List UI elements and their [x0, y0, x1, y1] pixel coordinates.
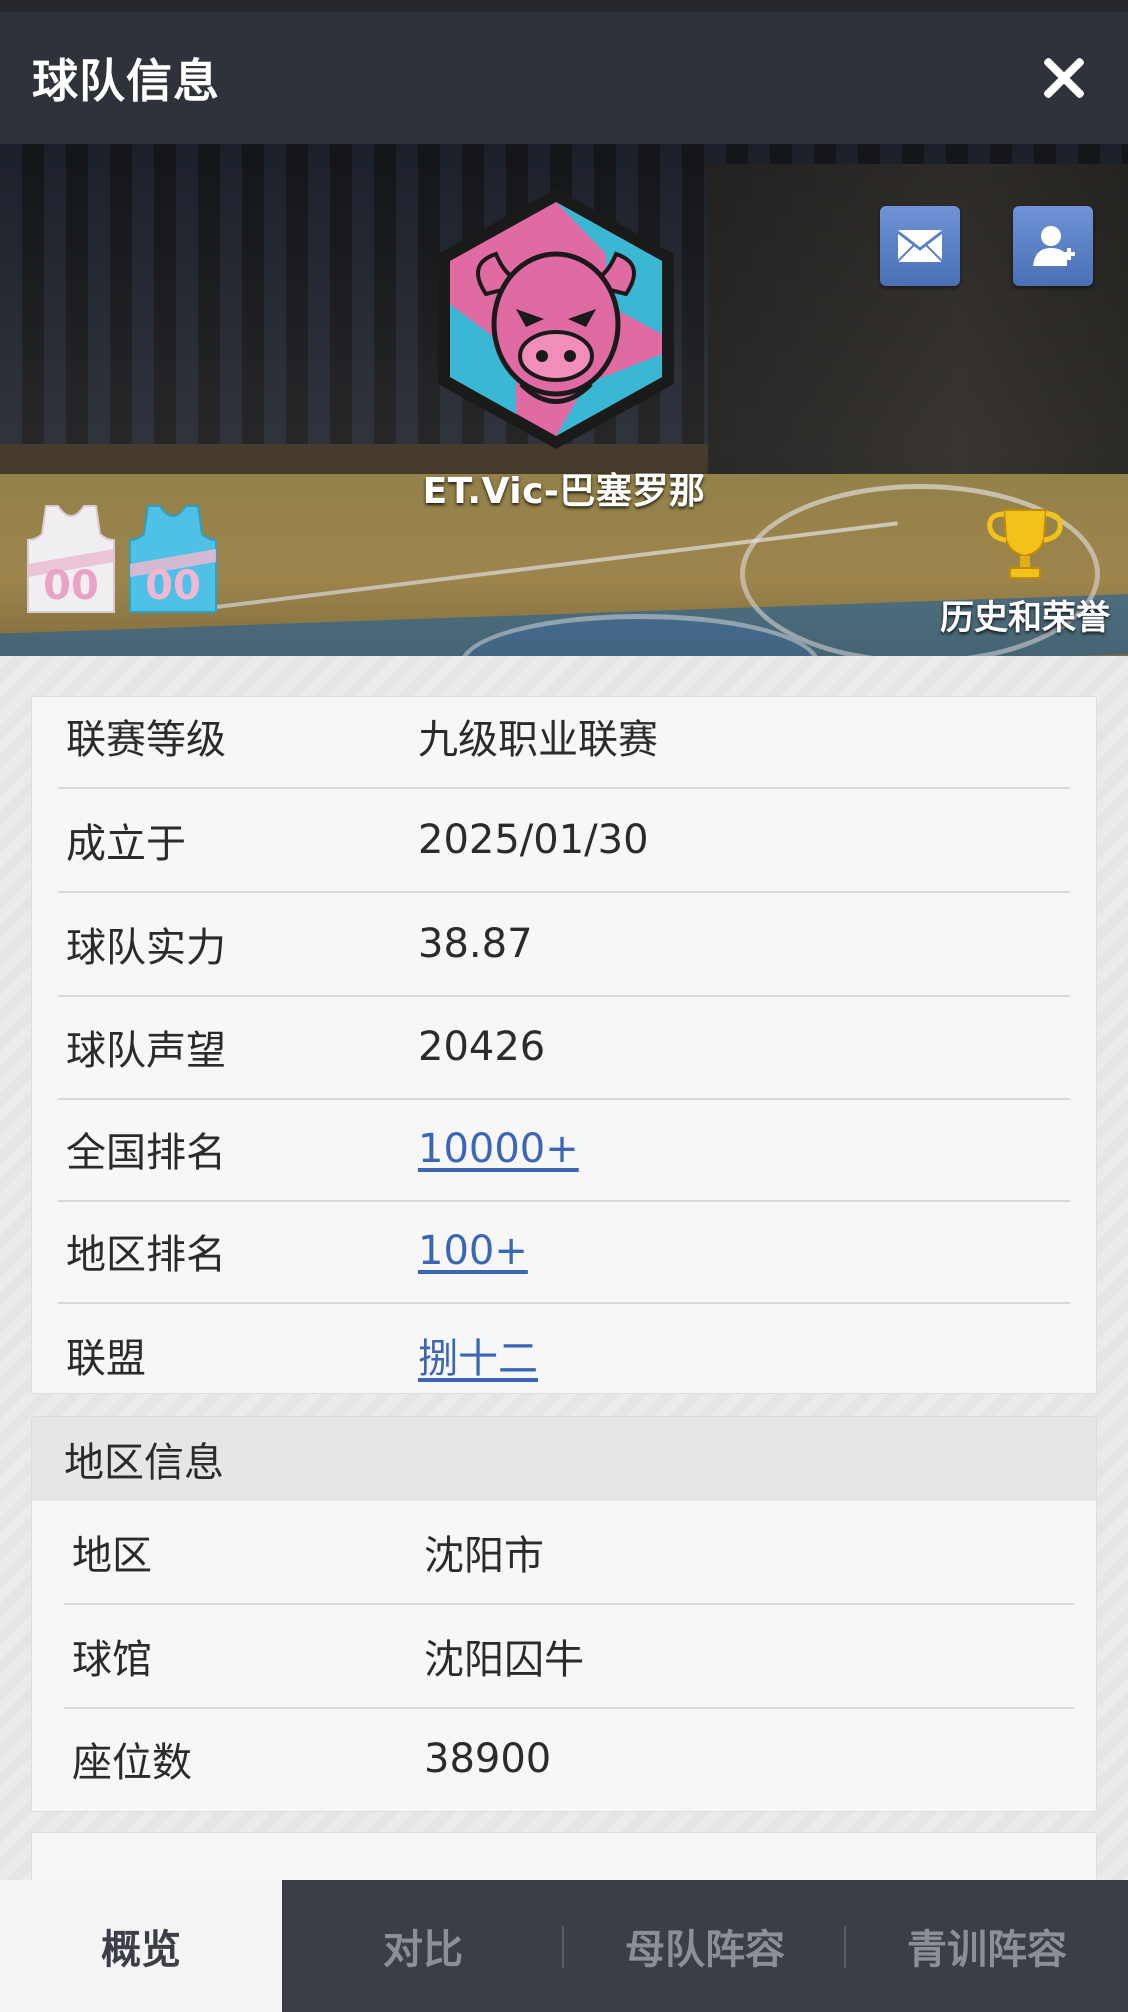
close-icon[interactable]	[1036, 50, 1092, 106]
tab-label: 概览	[101, 1927, 181, 1973]
team-logo	[426, 184, 686, 454]
info-value: 沈阳市	[424, 1533, 544, 1579]
region-info-title: 地区信息	[32, 1417, 1096, 1501]
info-key: 联盟	[66, 1336, 146, 1382]
info-value: 38900	[424, 1736, 552, 1782]
alliance-link[interactable]: 捌十二	[418, 1326, 538, 1384]
region-row-region: 地区 沈阳市	[64, 1501, 1074, 1605]
info-row-national-rank: 全国排名 10000+	[58, 1098, 1070, 1202]
info-key: 座位数	[72, 1740, 192, 1786]
info-key: 球队声望	[66, 1028, 226, 1074]
svg-text:00: 00	[43, 563, 99, 609]
info-value: 九级职业联赛	[418, 717, 658, 763]
tab-compare[interactable]: 对比	[282, 1880, 564, 2012]
info-value: 38.87	[418, 921, 533, 967]
status-bar	[0, 0, 1128, 12]
svg-text:00: 00	[145, 563, 201, 609]
info-row-strength: 球队实力 38.87	[58, 893, 1070, 997]
info-row-alliance: 联盟 捌十二	[58, 1303, 1070, 1407]
page-title: 球队信息	[32, 54, 220, 108]
home-jersey[interactable]: 00	[24, 504, 118, 616]
tab-label: 母队阵容	[625, 1927, 785, 1973]
team-info-content[interactable]: 联赛等级 九级职业联赛 成立于 2025/01/30 球队实力 38.87 球队…	[0, 656, 1128, 1880]
tab-overview[interactable]: 概览	[0, 1880, 282, 2012]
tab-label: 对比	[383, 1927, 463, 1973]
info-key: 联赛等级	[66, 717, 226, 763]
info-row-founded: 成立于 2025/01/30	[58, 789, 1070, 893]
info-value: 2025/01/30	[418, 817, 649, 863]
trophy-icon	[987, 509, 1063, 579]
away-jersey[interactable]: 00	[126, 504, 220, 616]
info-value: 沈阳囚牛	[424, 1637, 584, 1683]
tab-main-roster[interactable]: 母队阵容	[564, 1880, 846, 2012]
tab-youth-roster[interactable]: 青训阵容	[846, 1880, 1128, 2012]
info-value: 20426	[418, 1024, 546, 1070]
info-row-region-rank: 地区排名 100+	[58, 1200, 1070, 1304]
top-bar: 球队信息	[0, 12, 1128, 144]
basic-info-card: 联赛等级 九级职业联赛 成立于 2025/01/30 球队实力 38.87 球队…	[31, 696, 1097, 1394]
region-rank-link[interactable]: 100+	[418, 1228, 528, 1274]
mail-button[interactable]	[880, 206, 960, 286]
add-friend-button[interactable]	[1013, 206, 1093, 286]
history-honor-label: 历史和荣誉	[940, 598, 1110, 638]
next-card-partial	[31, 1832, 1097, 1880]
region-row-seats: 座位数 38900	[64, 1707, 1074, 1811]
info-key: 球馆	[72, 1637, 152, 1683]
tab-label: 青训阵容	[907, 1927, 1067, 1973]
national-rank-link[interactable]: 10000+	[418, 1126, 579, 1172]
mail-icon	[897, 230, 943, 262]
info-key: 球队实力	[66, 925, 226, 971]
team-banner: ET.Vic-巴塞罗那 00 00 历史和荣誉	[0, 144, 1128, 656]
info-row-prestige: 球队声望 20426	[58, 996, 1070, 1100]
region-row-arena: 球馆 沈阳囚牛	[64, 1605, 1074, 1709]
history-honor-button[interactable]: 历史和荣誉	[930, 504, 1120, 644]
info-key: 全国排名	[66, 1130, 226, 1176]
bottom-tab-bar: 概览 对比 母队阵容 青训阵容	[0, 1880, 1128, 2012]
info-key: 成立于	[66, 821, 186, 867]
info-key: 地区排名	[66, 1232, 226, 1278]
info-row-league-level: 联赛等级 九级职业联赛	[58, 685, 1070, 789]
info-key: 地区	[72, 1533, 152, 1579]
add-user-icon	[1033, 226, 1075, 266]
region-info-card: 地区信息 地区 沈阳市 球馆 沈阳囚牛 座位数 38900	[31, 1416, 1097, 1812]
